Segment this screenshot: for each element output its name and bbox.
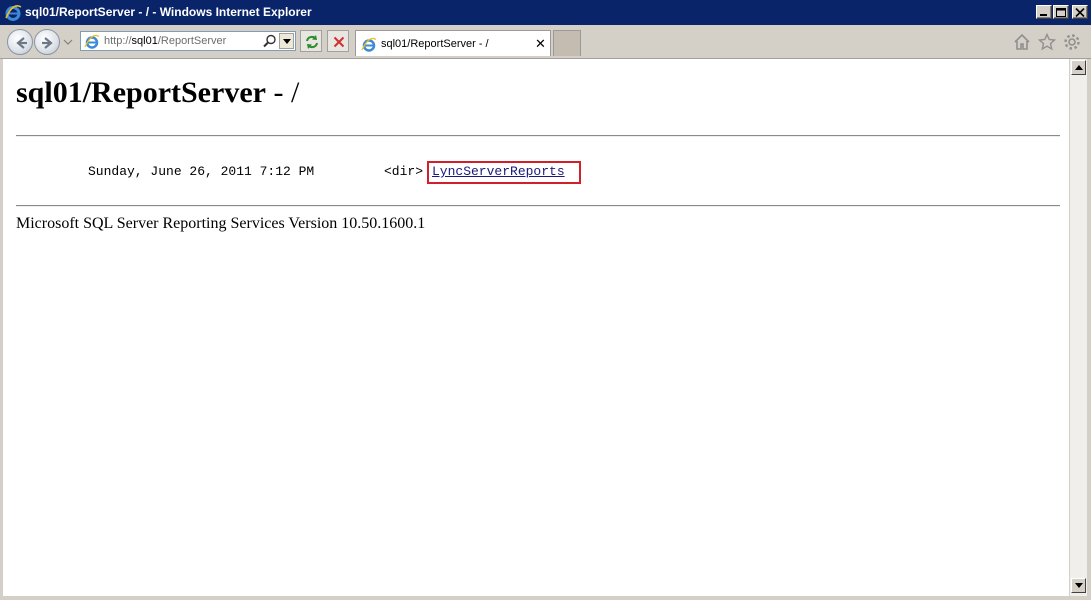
close-tab-icon[interactable]: ✕ [535,37,546,50]
refresh-button[interactable] [300,30,322,52]
listing-type: <dir> [384,164,424,179]
forward-button[interactable] [34,29,60,55]
minimize-icon [1040,14,1047,16]
maximize-button[interactable] [1053,5,1069,19]
new-tab-button[interactable] [553,30,581,56]
lyncserverreports-link[interactable]: LyncServerReports [432,164,565,179]
chevron-down-icon [283,39,291,44]
ie-page-icon [361,37,377,52]
page-title: sql01/ReportServer - / [16,76,299,110]
star-icon[interactable] [1038,33,1056,51]
directory-listing-row: Sunday, June 26, 2011 7:12 PM <dir> [3,164,423,182]
close-window-button[interactable] [1072,5,1088,19]
page-content: sql01/ReportServer - / Sunday, June 26, … [3,59,1069,596]
version-footer: Microsoft SQL Server Reporting Services … [16,215,426,232]
back-button[interactable] [7,29,33,55]
url-path: /ReportServer [157,35,227,47]
close-icon [1075,8,1085,17]
divider-top [16,135,1060,137]
address-url[interactable]: http://sql01/ReportServer [104,35,226,47]
scroll-down-button[interactable] [1071,578,1086,593]
back-arrow-icon [16,37,27,49]
divider-bottom [16,205,1060,207]
scroll-up-icon [1075,65,1083,70]
browser-toolbar: http://sql01/ReportServer sql01/ReportSe… [0,27,1091,59]
url-scheme: http:// [104,35,132,47]
vertical-scrollbar[interactable] [1069,59,1087,596]
forward-arrow-icon [42,37,53,49]
scroll-down-icon [1075,583,1083,588]
ie-logo-icon [5,5,22,21]
tab-label: sql01/ReportServer - / [381,38,489,50]
ie-page-icon [84,34,100,49]
gear-icon[interactable] [1063,33,1081,51]
window-frame-right [1087,59,1091,600]
stop-button[interactable] [327,30,349,52]
refresh-icon [306,35,318,49]
search-icon[interactable] [263,34,277,48]
history-dropdown-icon[interactable] [63,37,73,47]
address-bar[interactable]: http://sql01/ReportServer [80,31,296,51]
home-icon[interactable] [1013,33,1031,51]
page-title-main: sql01/ReportServer [16,76,266,109]
url-host: sql01 [131,35,158,47]
window-frame-bottom [0,596,1091,600]
scroll-up-button[interactable] [1071,60,1086,75]
window-title: sql01/ReportServer - / - Windows Interne… [25,5,312,19]
page-title-suffix: - / [265,76,300,109]
minimize-button[interactable] [1036,5,1052,19]
window-titlebar: sql01/ReportServer - / - Windows Interne… [0,0,1091,26]
stop-icon [333,36,345,48]
tab-reportserver[interactable]: sql01/ReportServer - / ✕ [355,30,551,56]
address-dropdown-button[interactable] [279,33,294,49]
maximize-icon [1056,8,1066,17]
listing-date: Sunday, June 26, 2011 7:12 PM [88,164,315,179]
